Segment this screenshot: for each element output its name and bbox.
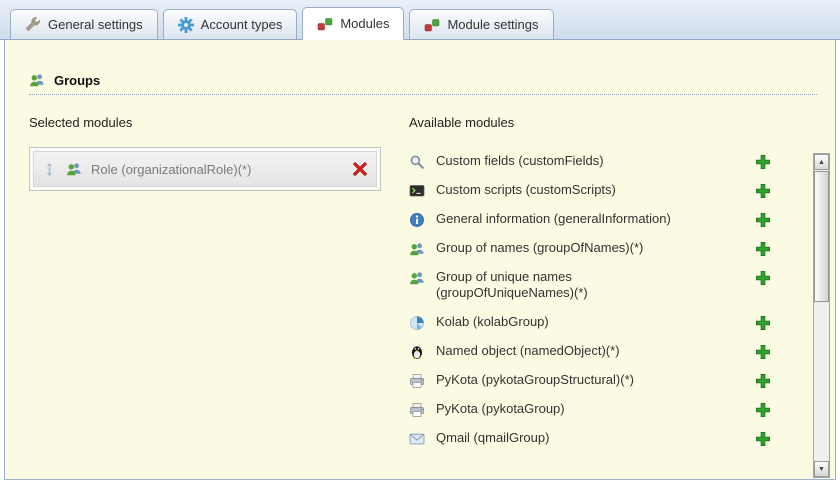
modules-columns: Selected modules Role (organizationalRol… (29, 115, 817, 453)
available-module-row: PyKota (pykotaGroup) (409, 395, 771, 424)
available-module-label: PyKota (pykotaGroup) (436, 400, 565, 416)
tab-module-settings[interactable]: Module settings (409, 9, 554, 39)
available-module-row: Group of names (groupOfNames)(*) (409, 234, 771, 263)
available-module-label: Custom fields (customFields) (436, 153, 604, 168)
kolab-icon (409, 315, 425, 331)
add-module-button[interactable] (755, 373, 771, 389)
selected-modules-heading: Selected modules (29, 115, 133, 130)
penguin-icon (409, 344, 425, 360)
magnifier-icon (409, 154, 425, 170)
tab-general-settings[interactable]: General settings (10, 9, 158, 39)
tab-bar: General settings Account types Modules Modu… (0, 0, 840, 40)
tab-modules[interactable]: Modules (302, 7, 405, 40)
available-module-label: Custom scripts (customScripts) (436, 182, 616, 197)
available-module-row: Named object (namedObject)(*) (409, 337, 771, 366)
modules-panel: Groups Selected modules Role (organizati… (4, 40, 836, 480)
tab-account-types[interactable]: Account types (162, 9, 298, 39)
lam-config-window: General settings Account types Modules Modu… (0, 0, 840, 480)
gear-icon (177, 16, 194, 33)
modules-icon (424, 17, 440, 33)
page-title: Groups (54, 72, 101, 88)
available-module-row: Custom scripts (customScripts) (409, 176, 771, 205)
selected-modules-column: Selected modules Role (organizationalRol… (29, 115, 401, 453)
info-icon (409, 212, 425, 228)
modules-icon (317, 16, 333, 32)
terminal-icon (409, 183, 425, 199)
scroll-down-button[interactable]: ▼ (814, 461, 829, 477)
available-module-label: Kolab (kolabGroup) (436, 313, 549, 329)
scroll-down-icon: ▼ (818, 465, 825, 473)
section-header: Groups (29, 72, 817, 95)
tab-label: Account types (200, 17, 283, 32)
add-module-button[interactable] (755, 183, 771, 199)
available-module-label: General information (generalInformation) (436, 211, 671, 226)
tab-label: Modules (340, 16, 390, 31)
tab-label: General settings (48, 17, 143, 32)
tab-label: Module settings (447, 17, 539, 32)
scroll-up-icon: ▲ (818, 158, 825, 166)
available-module-row: Group of unique names (groupOfUniqueName… (409, 263, 771, 308)
printer-icon (409, 373, 425, 389)
scroll-up-button[interactable]: ▲ (814, 154, 829, 170)
available-module-row: PyKota (pykotaGroupStructural)(*) (409, 366, 771, 395)
available-module-row: Custom fields (customFields) (409, 147, 771, 176)
selected-module-row[interactable]: Role (organizationalRole)(*) (33, 151, 377, 187)
available-module-label: PyKota (pykotaGroupStructural)(*) (436, 371, 634, 387)
available-modules-column: Available modules Custom fields (customF… (409, 115, 771, 453)
drag-handle-icon[interactable] (42, 162, 57, 177)
wrench-icon (25, 16, 41, 33)
available-module-label: Group of unique names (groupOfUniqueName… (436, 269, 588, 301)
available-modules-heading: Available modules (409, 115, 515, 130)
available-module-row: General information (generalInformation) (409, 205, 771, 234)
add-module-button[interactable] (755, 270, 771, 286)
available-module-row: Qmail (qmailGroup) (409, 424, 771, 453)
selected-module-label: Role (organizationalRole)(*) (91, 161, 252, 177)
remove-module-button[interactable] (352, 161, 368, 177)
printer-icon (409, 402, 425, 418)
add-module-button[interactable] (755, 344, 771, 360)
add-module-button[interactable] (755, 431, 771, 447)
selected-modules-list: Role (organizationalRole)(*) (29, 147, 381, 191)
available-module-label: Group of names (groupOfNames)(*) (436, 240, 644, 255)
group-icon (409, 241, 425, 257)
add-module-button[interactable] (755, 241, 771, 257)
available-module-label: Named object (namedObject)(*) (436, 342, 620, 358)
available-modules-list: Custom fields (customFields) Custom scrip… (409, 147, 771, 453)
group-icon (29, 72, 45, 88)
scrollbar-thumb[interactable] (814, 171, 829, 302)
mail-icon (409, 431, 425, 447)
add-module-button[interactable] (755, 212, 771, 228)
group-icon (409, 270, 425, 286)
add-module-button[interactable] (755, 154, 771, 170)
available-module-label: Qmail (qmailGroup) (436, 429, 550, 445)
add-module-button[interactable] (755, 315, 771, 331)
scrollbar[interactable]: ▲ ▼ (813, 153, 830, 478)
group-icon (66, 161, 82, 177)
available-module-row: Kolab (kolabGroup) (409, 308, 771, 337)
scrollbar-track[interactable] (814, 170, 829, 461)
add-module-button[interactable] (755, 402, 771, 418)
